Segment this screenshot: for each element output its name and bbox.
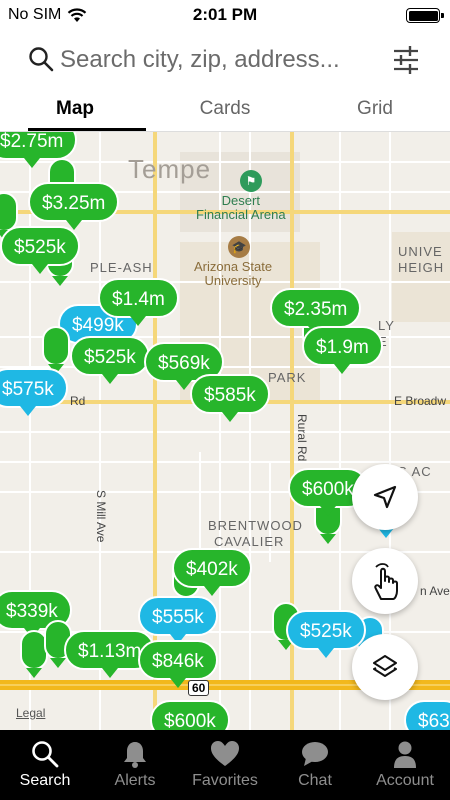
price-pin[interactable]: $3.25m: [28, 182, 120, 230]
status-time: 2:01 PM: [192, 5, 258, 24]
price-pin[interactable]: $2.75m: [0, 132, 78, 168]
map-neighborhood-label: CAVALIER: [214, 534, 285, 549]
tab-grid[interactable]: Grid: [300, 90, 450, 131]
price-pin[interactable]: $63: [404, 700, 450, 730]
nav-favorites-label: Favorites: [192, 772, 258, 789]
map-neighborhood-label: UNIVE: [398, 244, 443, 259]
price-pin[interactable]: $575k: [0, 368, 68, 416]
price-pin[interactable]: $1.4m: [98, 278, 179, 326]
nav-search[interactable]: Search: [0, 730, 90, 800]
chat-icon: [302, 742, 328, 766]
map-neighborhood-label: PARK: [268, 370, 307, 385]
nav-alerts-label: Alerts: [114, 772, 156, 789]
price-pin[interactable]: $525k: [286, 610, 366, 658]
view-tabs: Map Cards Grid: [0, 90, 450, 132]
poi-university-label: Arizona State University: [194, 259, 273, 288]
price-pin[interactable]: $1.9m: [302, 326, 383, 374]
layers-icon: [373, 655, 397, 677]
price-pin[interactable]: $402k: [172, 548, 252, 596]
draw-area-button[interactable]: [352, 548, 418, 614]
price-pin[interactable]: $525k: [70, 336, 150, 384]
heart-icon: [211, 741, 239, 766]
price-pin[interactable]: $2.35m: [270, 288, 362, 336]
nav-chat-label: Chat: [298, 772, 332, 789]
street-label: S Mill Ave: [94, 490, 108, 543]
price-pin[interactable]: $555k: [138, 596, 218, 644]
price-pin[interactable]: $585k: [190, 374, 270, 422]
map-city-label: Tempe: [128, 154, 212, 184]
nav-favorites[interactable]: Favorites: [180, 730, 270, 800]
map-view[interactable]: Tempe ⚑ Desert Financial Arena 🎓 Arizona…: [0, 132, 450, 730]
location-arrow-icon: [373, 485, 397, 509]
university-icon: 🎓: [228, 236, 250, 258]
map-neighborhood-label: BRENTWOOD: [208, 518, 303, 533]
map-layers-button[interactable]: [352, 634, 418, 700]
tab-map[interactable]: Map: [0, 90, 150, 131]
poi-arena-label: Desert Financial Arena: [196, 193, 286, 222]
battery-icon: [406, 8, 444, 23]
filter-sliders-icon[interactable]: [392, 44, 420, 76]
street-label: E Broadw: [394, 394, 447, 408]
map-neighborhood-label: PLE-ASH: [90, 260, 153, 275]
legal-link[interactable]: Legal: [16, 706, 45, 720]
account-icon: [394, 741, 416, 768]
nav-account[interactable]: Account: [360, 730, 450, 800]
price-pin[interactable]: $846k: [138, 640, 218, 688]
bell-icon: [124, 742, 146, 768]
highway-shield: 60: [188, 680, 210, 696]
search-icon: [29, 47, 54, 72]
price-pin[interactable]: $600k: [150, 700, 230, 730]
arena-icon: ⚑: [240, 170, 262, 192]
street-label: Rd: [70, 394, 86, 408]
nav-search-label: Search: [19, 772, 71, 789]
map-neighborhood-label: LY: [378, 318, 395, 333]
street-label: Rural Rd: [295, 414, 309, 462]
tab-cards[interactable]: Cards: [150, 90, 300, 131]
map-neighborhood-label: HEIGH: [398, 260, 445, 275]
hand-draw-icon: [374, 563, 398, 600]
search-icon: [32, 741, 59, 768]
price-pin[interactable]: [42, 326, 70, 374]
nav-alerts[interactable]: Alerts: [90, 730, 180, 800]
price-pin[interactable]: $525k: [0, 226, 80, 274]
status-bar: No SIM 2:01 PM: [0, 0, 450, 32]
bottom-tab-bar: Search Alerts Favorites Chat Account: [0, 730, 450, 800]
search-input[interactable]: [60, 44, 380, 76]
search-bar: [0, 32, 450, 90]
nav-chat[interactable]: Chat: [270, 730, 360, 800]
nav-account-label: Account: [376, 772, 434, 789]
locate-me-button[interactable]: [352, 464, 418, 530]
street-label: n Ave: [420, 584, 450, 598]
